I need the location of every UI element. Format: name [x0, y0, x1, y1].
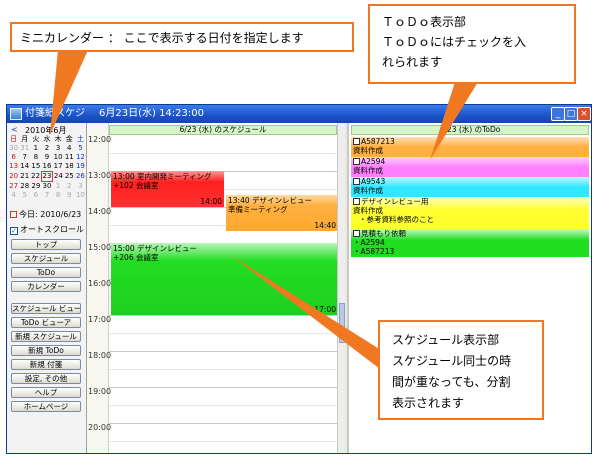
mini-calendar-callout: ミニカレンダー ： ここで表示する日付を指定します [10, 22, 354, 52]
mini-calendar-arrow [50, 50, 88, 135]
schedule-arrow [232, 256, 384, 372]
todo-arrow [430, 82, 478, 160]
todo-callout-line: れられます [382, 55, 443, 69]
schedule-callout: スケジュール表示部 スケジュール同士の時 間が重なっても、分割 表示されます [378, 320, 544, 420]
todo-callout-line: ＴｏＤｏ表示部 [382, 15, 467, 29]
mini-calendar-callout-text: ミニカレンダー ： ここで表示する日付を指定します [20, 31, 304, 45]
schedule-callout-line: スケジュール表示部 [392, 333, 500, 347]
todo-callout: ＴｏＤｏ表示部 ＴｏＤｏにはチェックを入 れられます [368, 4, 576, 84]
schedule-callout-line: スケジュール同士の時 [392, 354, 512, 368]
todo-callout-line: ＴｏＤｏにはチェックを入 [382, 35, 527, 49]
schedule-callout-line: 表示されます [392, 396, 465, 410]
schedule-callout-line: 間が重なっても、分割 [392, 375, 511, 389]
